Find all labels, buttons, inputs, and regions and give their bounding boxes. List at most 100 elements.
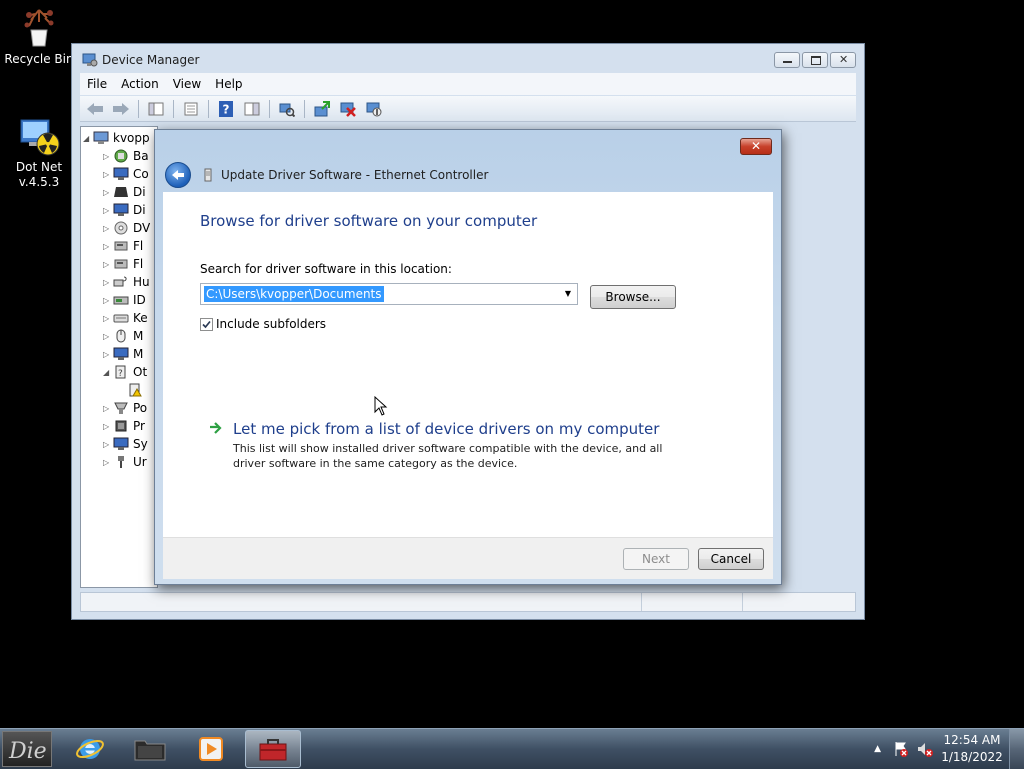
tree-item-hid[interactable]: ▷ Hu: [103, 273, 150, 291]
tree-item-label: DV: [133, 221, 151, 235]
show-hidden-icons-button[interactable]: ▲: [874, 744, 881, 754]
checkbox-box[interactable]: [200, 317, 213, 331]
maximize-button[interactable]: [802, 52, 828, 68]
taskbar: Die ▲ 12:54 AM 1/18/2022: [0, 728, 1024, 769]
collapse-arrow-icon[interactable]: ◢: [83, 134, 93, 143]
cancel-button[interactable]: Cancel: [698, 548, 764, 570]
action-center-icon[interactable]: [893, 741, 909, 757]
taskbar-internet-explorer[interactable]: [62, 730, 118, 768]
expand-arrow-icon[interactable]: ▷: [103, 260, 113, 269]
window-close-button[interactable]: ✕: [830, 52, 856, 68]
desktop-icon-recycle-bin[interactable]: Recycle Bin: [0, 6, 79, 67]
expand-arrow-icon[interactable]: ▷: [103, 296, 113, 305]
tree-item-label: Pr: [133, 419, 145, 433]
device-manager-titlebar[interactable]: Device Manager ✕: [72, 44, 864, 74]
expand-arrow-icon[interactable]: ▷: [103, 278, 113, 287]
tree-item-computer-category[interactable]: ▷ Co: [103, 165, 149, 183]
tree-item-computer[interactable]: ◢ kvopp: [83, 129, 150, 147]
next-button[interactable]: Next: [623, 548, 689, 570]
tree-item-processors[interactable]: ▷ Pr: [103, 417, 145, 435]
close-icon: ✕: [839, 53, 849, 66]
dialog-content: Browse for driver software on your compu…: [163, 192, 773, 537]
include-subfolders-checkbox[interactable]: Include subfolders: [200, 317, 326, 331]
properties-button[interactable]: [180, 99, 202, 119]
dialog-close-button[interactable]: ✕: [740, 138, 772, 155]
browse-button[interactable]: Browse...: [590, 285, 676, 309]
tree-item-dvd-drives[interactable]: ▷ DV: [103, 219, 150, 237]
expand-arrow-icon[interactable]: ▷: [103, 350, 113, 359]
tree-item-system-devices[interactable]: ▷ Sy: [103, 435, 148, 453]
search-location-input[interactable]: C:\Users\kvopper\Documents: [204, 286, 384, 302]
update-driver-button[interactable]: [311, 99, 333, 119]
volume-muted-icon[interactable]: [917, 741, 933, 757]
action-pane-button[interactable]: [241, 99, 263, 119]
show-hide-tree-button[interactable]: [145, 99, 167, 119]
tree-item-monitors[interactable]: ▷ M: [103, 345, 143, 363]
tree-item-floppy-1[interactable]: ▷ Fl: [103, 237, 143, 255]
expand-arrow-icon[interactable]: ▷: [103, 242, 113, 251]
device-tree[interactable]: ◢ kvopp ▷ Ba ▷ Co ▷ Di ▷ Di ▷ DV ▷ Fl ▷ …: [80, 126, 158, 588]
dropdown-arrow-icon[interactable]: ▼: [561, 286, 575, 302]
monitor-icon: [113, 167, 129, 180]
tree-item-label: Fl: [133, 257, 144, 271]
battery-icon: [114, 149, 128, 163]
menu-action[interactable]: Action: [114, 77, 166, 91]
menu-view[interactable]: View: [166, 77, 208, 91]
menu-file[interactable]: File: [80, 77, 114, 91]
dialog-back-button[interactable]: [165, 162, 191, 188]
tree-item-ide[interactable]: ▷ ID: [103, 291, 146, 309]
taskbar-device-manager[interactable]: [245, 730, 301, 768]
tree-item-floppy-2[interactable]: ▷ Fl: [103, 255, 143, 273]
tree-item-keyboards[interactable]: ▷ Ke: [103, 309, 148, 327]
expand-arrow-icon[interactable]: ▷: [103, 152, 113, 161]
help-button[interactable]: ?: [215, 99, 237, 119]
start-button[interactable]: Die: [2, 731, 52, 767]
expand-arrow-icon[interactable]: ▷: [103, 404, 113, 413]
scan-hardware-button[interactable]: [276, 99, 298, 119]
start-logo-icon: Die: [8, 739, 47, 764]
minimize-button[interactable]: [774, 52, 800, 68]
tree-item-display-adapters[interactable]: ▷ Di: [103, 201, 146, 219]
disable-button[interactable]: [363, 99, 385, 119]
disk-drive-icon: [114, 187, 128, 197]
monitor-icon: [113, 347, 129, 360]
menu-help[interactable]: Help: [208, 77, 249, 91]
expand-arrow-icon[interactable]: ▷: [103, 224, 113, 233]
status-pane-3: [743, 593, 853, 611]
uninstall-button[interactable]: [337, 99, 359, 119]
internet-explorer-icon: [76, 739, 104, 759]
expand-arrow-icon[interactable]: ▷: [103, 188, 113, 197]
processor-icon: [115, 420, 127, 432]
tree-item-batteries[interactable]: ▷ Ba: [103, 147, 149, 165]
expand-arrow-icon[interactable]: ▷: [103, 206, 113, 215]
expand-arrow-icon[interactable]: ▷: [103, 422, 113, 431]
pick-from-list-link[interactable]: Let me pick from a list of device driver…: [233, 420, 659, 438]
taskbar-windows-explorer[interactable]: [122, 730, 178, 768]
back-toolbar-button[interactable]: [84, 99, 106, 119]
status-bar: [80, 592, 856, 612]
tree-item-label: Sy: [133, 437, 148, 451]
tree-item-usb[interactable]: ▷ Ur: [103, 453, 147, 471]
tree-item-disk-drives[interactable]: ▷ Di: [103, 183, 146, 201]
forward-arrow-icon: [113, 102, 129, 115]
expand-arrow-icon[interactable]: ▷: [103, 170, 113, 179]
taskbar-media-player[interactable]: [183, 730, 239, 768]
disable-device-icon: [366, 102, 382, 116]
tree-item-ethernet-controller[interactable]: [127, 381, 147, 399]
status-pane-main: [81, 593, 642, 611]
tree-item-mice[interactable]: ▷ M: [103, 327, 143, 345]
tree-item-label: Fl: [133, 239, 144, 253]
collapse-arrow-icon[interactable]: ◢: [103, 368, 113, 377]
desktop-icon-dotnet[interactable]: Dot Net v.4.5.3: [0, 114, 79, 190]
toolbar: ?: [80, 96, 856, 122]
show-desktop-button[interactable]: [1009, 729, 1024, 769]
tree-item-ports[interactable]: ▷ Po: [103, 399, 147, 417]
forward-toolbar-button[interactable]: [110, 99, 132, 119]
expand-arrow-icon[interactable]: ▷: [103, 332, 113, 341]
expand-arrow-icon[interactable]: ▷: [103, 440, 113, 449]
search-location-combobox[interactable]: C:\Users\kvopper\Documents ▼: [200, 283, 578, 305]
tree-item-other-devices[interactable]: ◢ ? Ot: [103, 363, 147, 381]
system-clock[interactable]: 12:54 AM 1/18/2022: [941, 732, 1003, 766]
expand-arrow-icon[interactable]: ▷: [103, 314, 113, 323]
expand-arrow-icon[interactable]: ▷: [103, 458, 113, 467]
